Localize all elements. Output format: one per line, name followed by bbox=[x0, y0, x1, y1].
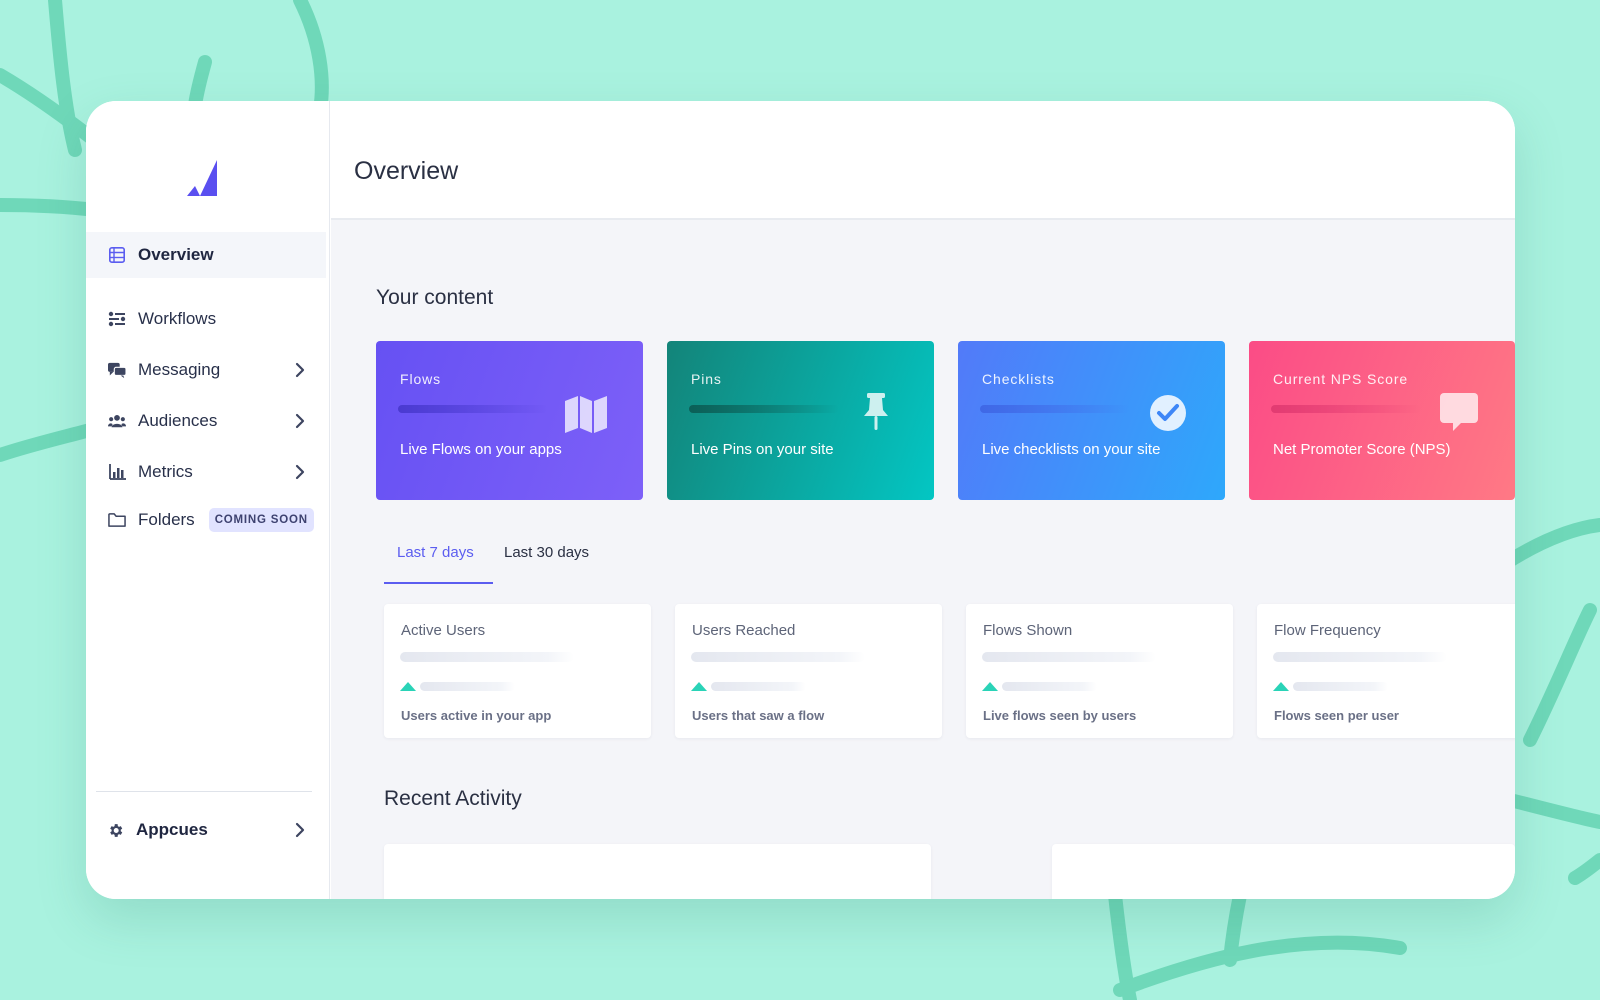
stat-trend-placeholder bbox=[420, 682, 515, 691]
stat-trend-placeholder bbox=[1293, 682, 1388, 691]
card-description: Net Promoter Score (NPS) bbox=[1273, 441, 1451, 458]
stat-description: Users active in your app bbox=[401, 708, 552, 723]
users-icon bbox=[108, 412, 126, 430]
checklists-card[interactable]: Checklists Live checklists on your site bbox=[958, 341, 1225, 500]
stat-card-flows-shown[interactable]: Flows Shown Live flows seen by users bbox=[966, 604, 1233, 738]
stat-title: Flows Shown bbox=[983, 622, 1073, 639]
app-window: Overview Workflows Messaging Audiences M… bbox=[86, 101, 1515, 899]
page-header: Overview bbox=[331, 101, 1515, 220]
stat-description: Live flows seen by users bbox=[983, 708, 1137, 723]
appcues-logo[interactable] bbox=[187, 160, 217, 196]
stat-value-placeholder bbox=[691, 652, 865, 662]
card-description: Live Flows on your apps bbox=[400, 441, 562, 458]
check-circle-icon bbox=[1150, 395, 1186, 431]
flows-card[interactable]: Flows Live Flows on your apps bbox=[376, 341, 643, 500]
chevron-right-icon bbox=[295, 464, 305, 480]
sidebar-item-label: Workflows bbox=[138, 309, 217, 328]
comments-icon bbox=[108, 361, 126, 379]
trend-up-icon bbox=[691, 682, 707, 691]
trend-up-icon bbox=[1273, 682, 1289, 691]
stat-title: Users Reached bbox=[692, 622, 796, 639]
sidebar-item-folders[interactable]: Folders COMING SOON bbox=[86, 497, 326, 543]
sidebar-divider bbox=[96, 791, 312, 792]
speech-bubble-icon bbox=[1440, 393, 1478, 431]
stat-trend-placeholder bbox=[1002, 682, 1097, 691]
sidebar: Overview Workflows Messaging Audiences M… bbox=[86, 101, 330, 899]
trend-up-icon bbox=[982, 682, 998, 691]
tab-last-30-days[interactable]: Last 30 days bbox=[504, 544, 589, 561]
sidebar-item-overview[interactable]: Overview bbox=[86, 232, 326, 278]
stat-trend-placeholder bbox=[711, 682, 806, 691]
chevron-right-icon bbox=[295, 362, 305, 378]
trend-up-icon bbox=[400, 682, 416, 691]
active-tab-indicator bbox=[384, 582, 493, 584]
gear-icon bbox=[106, 821, 124, 839]
activity-panel bbox=[384, 844, 931, 899]
sidebar-item-label: Folders bbox=[138, 510, 195, 529]
card-value-placeholder bbox=[1271, 405, 1421, 413]
stat-title: Flow Frequency bbox=[1274, 622, 1381, 639]
sidebar-item-messaging[interactable]: Messaging bbox=[86, 347, 326, 393]
stat-card-active-users[interactable]: Active Users Users active in your app bbox=[384, 604, 651, 738]
map-icon bbox=[565, 396, 607, 433]
sidebar-item-workflows[interactable]: Workflows bbox=[86, 296, 326, 342]
account-label: Appcues bbox=[136, 820, 208, 839]
pin-icon bbox=[864, 393, 888, 430]
account-menu[interactable]: Appcues bbox=[86, 807, 326, 853]
sidebar-item-metrics[interactable]: Metrics bbox=[86, 449, 326, 495]
workflows-icon bbox=[108, 310, 126, 328]
main-content: Overview Your content Flows Live Flows o… bbox=[331, 101, 1515, 899]
card-title: Flows bbox=[400, 371, 442, 387]
card-description: Live Pins on your site bbox=[691, 441, 834, 458]
sidebar-item-label: Metrics bbox=[138, 462, 193, 481]
stat-value-placeholder bbox=[400, 652, 574, 662]
tab-last-7-days[interactable]: Last 7 days bbox=[397, 544, 474, 561]
bar-chart-icon bbox=[108, 463, 126, 481]
card-value-placeholder bbox=[398, 405, 548, 413]
card-description: Live checklists on your site bbox=[982, 441, 1161, 458]
table-list-icon bbox=[108, 246, 126, 264]
stat-card-users-reached[interactable]: Users Reached Users that saw a flow bbox=[675, 604, 942, 738]
chevron-right-icon bbox=[295, 413, 305, 429]
stat-value-placeholder bbox=[982, 652, 1156, 662]
chevron-right-icon bbox=[295, 822, 305, 838]
stat-description: Users that saw a flow bbox=[692, 708, 825, 723]
sidebar-item-label: Overview bbox=[138, 245, 214, 264]
card-title: Checklists bbox=[982, 371, 1055, 387]
your-content-heading: Your content bbox=[376, 286, 494, 309]
folder-icon bbox=[108, 511, 126, 529]
recent-activity-heading: Recent Activity bbox=[384, 787, 522, 810]
card-value-placeholder bbox=[980, 405, 1130, 413]
nps-card[interactable]: Current NPS Score Net Promoter Score (NP… bbox=[1249, 341, 1515, 500]
page-title: Overview bbox=[354, 157, 459, 185]
coming-soon-badge: COMING SOON bbox=[208, 508, 314, 532]
sidebar-item-label: Messaging bbox=[138, 360, 221, 379]
stat-title: Active Users bbox=[401, 622, 486, 639]
stat-value-placeholder bbox=[1273, 652, 1447, 662]
card-title: Current NPS Score bbox=[1273, 371, 1409, 387]
activity-panel bbox=[1052, 844, 1515, 899]
stat-description: Flows seen per user bbox=[1274, 708, 1399, 723]
card-title: Pins bbox=[691, 371, 722, 387]
card-value-placeholder bbox=[689, 405, 839, 413]
pins-card[interactable]: Pins Live Pins on your site bbox=[667, 341, 934, 500]
sidebar-item-label: Audiences bbox=[138, 411, 218, 430]
sidebar-item-audiences[interactable]: Audiences bbox=[86, 398, 326, 444]
stat-card-flow-frequency[interactable]: Flow Frequency Flows seen per user bbox=[1257, 604, 1515, 738]
